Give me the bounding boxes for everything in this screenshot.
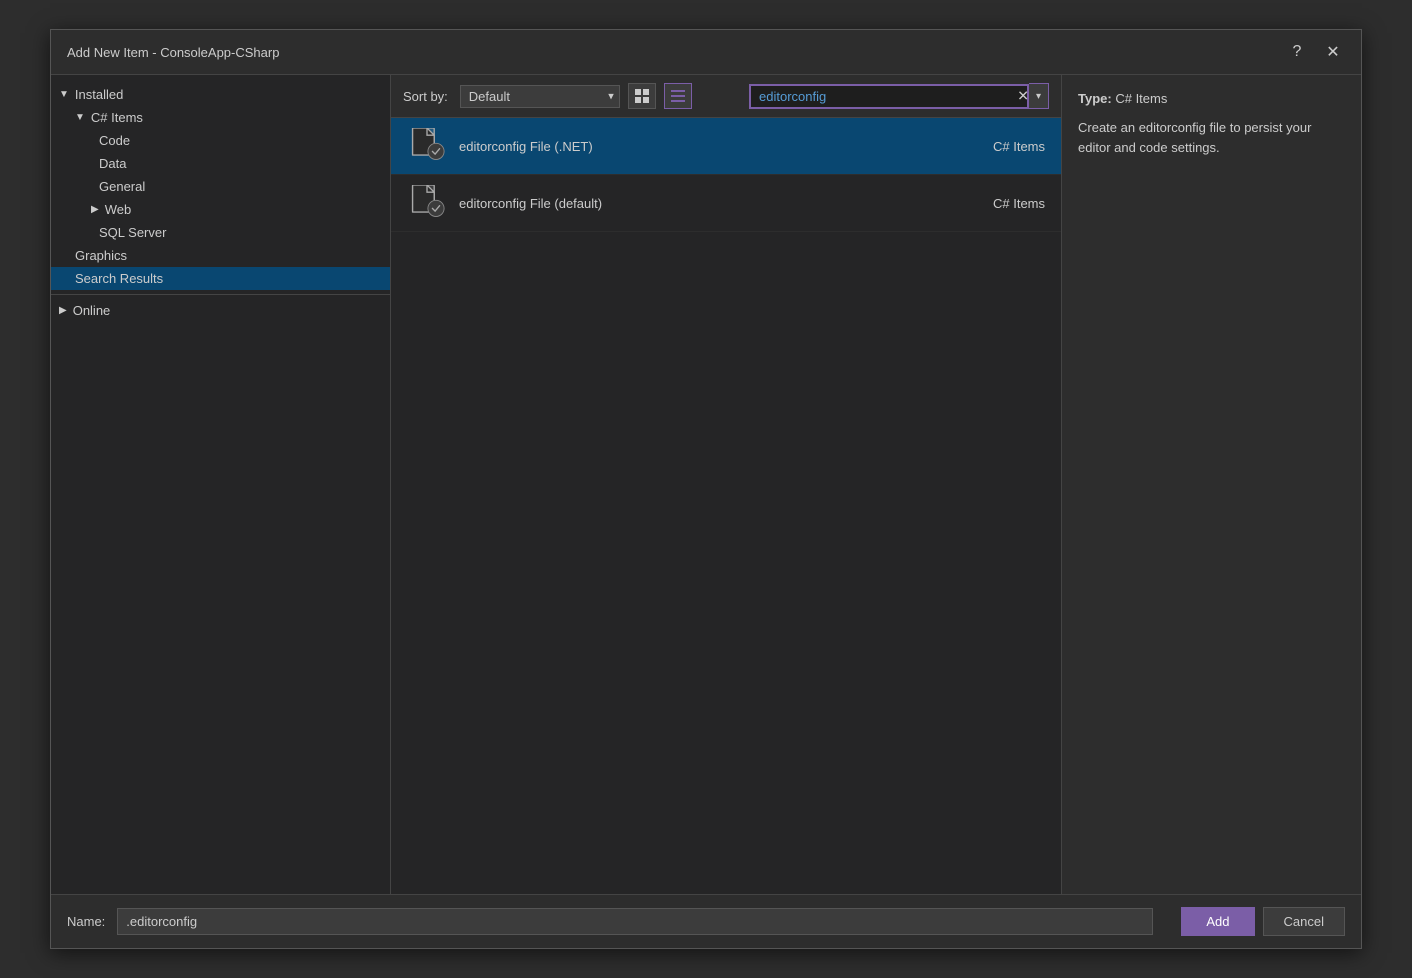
search-dropdown-button[interactable]: ▾ bbox=[1029, 83, 1049, 109]
sidebar-item-label: Graphics bbox=[75, 248, 127, 263]
sidebar-item-label: Online bbox=[73, 303, 111, 318]
search-clear-button[interactable]: ✕ bbox=[1017, 88, 1029, 105]
search-wrapper: ✕ ▾ bbox=[749, 83, 1049, 109]
sidebar-item-web[interactable]: ▶ Web bbox=[51, 198, 390, 221]
sidebar-item-search-results[interactable]: Search Results bbox=[51, 267, 390, 290]
item-icon-editorconfig-net bbox=[407, 126, 447, 166]
sidebar-item-label: Installed bbox=[75, 87, 123, 102]
sidebar-item-data[interactable]: Data bbox=[51, 152, 390, 175]
sidebar-item-label: C# Items bbox=[91, 110, 143, 125]
type-label: Type: bbox=[1078, 91, 1112, 106]
add-button[interactable]: Add bbox=[1181, 907, 1254, 936]
sort-by-label: Sort by: bbox=[403, 89, 448, 104]
type-value: C# Items bbox=[1115, 91, 1167, 106]
item-name: editorconfig File (default) bbox=[459, 196, 913, 211]
installed-arrow: ▼ bbox=[59, 89, 69, 100]
sidebar-item-label: Search Results bbox=[75, 271, 163, 286]
right-panel-description: Create an editorconfig file to persist y… bbox=[1078, 118, 1345, 157]
main-area: Sort by: Default Name Type bbox=[391, 75, 1061, 894]
sidebar-item-code[interactable]: Code bbox=[51, 129, 390, 152]
online-arrow: ▶ bbox=[59, 305, 67, 316]
content-area: ▼ Installed ▼ C# Items Code Data General bbox=[51, 75, 1361, 894]
list-view-button[interactable] bbox=[664, 83, 692, 109]
sidebar-item-general[interactable]: General bbox=[51, 175, 390, 198]
name-input[interactable] bbox=[117, 908, 1153, 935]
sidebar-item-graphics[interactable]: Graphics bbox=[51, 244, 390, 267]
add-new-item-dialog: Add New Item - ConsoleApp-CSharp ? ✕ ▼ I… bbox=[50, 29, 1362, 949]
sidebar-item-label: SQL Server bbox=[99, 225, 166, 240]
list-icon bbox=[671, 89, 685, 103]
bottom-bar: Name: Add Cancel bbox=[51, 894, 1361, 948]
sidebar-separator bbox=[51, 294, 390, 295]
help-button[interactable]: ? bbox=[1285, 40, 1309, 64]
sort-select-wrapper: Default Name Type bbox=[460, 85, 620, 108]
item-name: editorconfig File (.NET) bbox=[459, 139, 913, 154]
file-icon bbox=[409, 128, 445, 164]
title-bar-buttons: ? ✕ bbox=[1285, 40, 1345, 64]
table-row[interactable]: editorconfig File (default) C# Items bbox=[391, 175, 1061, 232]
sidebar-item-label: General bbox=[99, 179, 145, 194]
grid-view-button[interactable] bbox=[628, 83, 656, 109]
item-list: editorconfig File (.NET) C# Items bbox=[391, 118, 1061, 894]
title-bar: Add New Item - ConsoleApp-CSharp ? ✕ bbox=[51, 30, 1361, 75]
action-buttons: Add Cancel bbox=[1181, 907, 1345, 936]
cancel-button[interactable]: Cancel bbox=[1263, 907, 1345, 936]
sidebar-item-label: Web bbox=[105, 202, 132, 217]
grid-icon bbox=[635, 89, 649, 103]
file-icon bbox=[409, 185, 445, 221]
search-input[interactable] bbox=[749, 84, 1029, 109]
right-panel: Type: C# Items Create an editorconfig fi… bbox=[1061, 75, 1361, 894]
dialog-title: Add New Item - ConsoleApp-CSharp bbox=[67, 45, 279, 60]
right-panel-type: Type: C# Items bbox=[1078, 91, 1345, 106]
table-row[interactable]: editorconfig File (.NET) C# Items bbox=[391, 118, 1061, 175]
item-category: C# Items bbox=[925, 139, 1045, 154]
sidebar-item-sql-server[interactable]: SQL Server bbox=[51, 221, 390, 244]
item-category: C# Items bbox=[925, 196, 1045, 211]
sidebar-item-online[interactable]: ▶ Online bbox=[51, 299, 390, 322]
sort-select[interactable]: Default Name Type bbox=[460, 85, 620, 108]
close-button[interactable]: ✕ bbox=[1321, 40, 1345, 64]
toolbar: Sort by: Default Name Type bbox=[391, 75, 1061, 118]
name-label: Name: bbox=[67, 914, 105, 929]
csharp-arrow: ▼ bbox=[75, 112, 85, 123]
sidebar: ▼ Installed ▼ C# Items Code Data General bbox=[51, 75, 391, 894]
sidebar-item-csharp-items[interactable]: ▼ C# Items bbox=[51, 106, 390, 129]
sidebar-item-label: Code bbox=[99, 133, 130, 148]
item-icon-editorconfig-default bbox=[407, 183, 447, 223]
web-arrow: ▶ bbox=[91, 204, 99, 215]
sidebar-item-label: Data bbox=[99, 156, 126, 171]
sidebar-item-installed[interactable]: ▼ Installed bbox=[51, 83, 390, 106]
